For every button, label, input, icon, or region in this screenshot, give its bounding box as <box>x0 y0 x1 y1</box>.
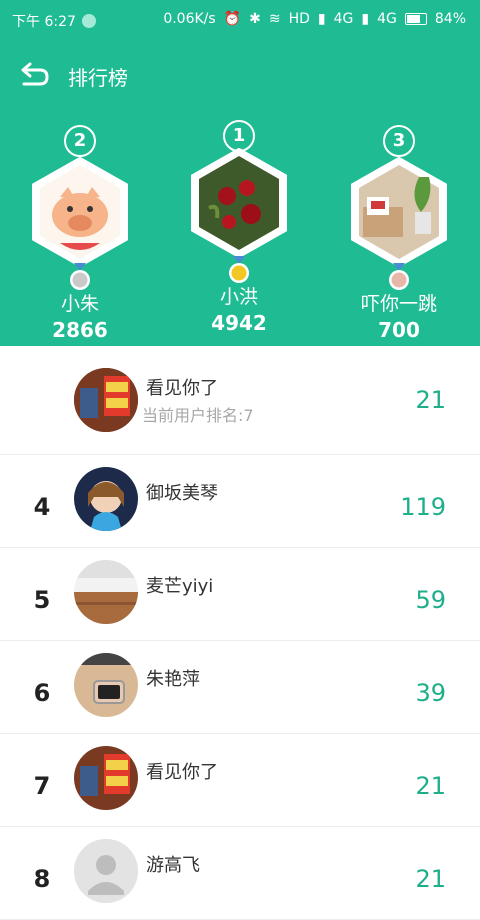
list-item[interactable]: 7 看见你了 21 <box>0 734 480 827</box>
notification-dot-icon <box>81 14 96 28</box>
podium-score: 4942 <box>211 311 267 335</box>
status-bar: 下午 6:27 0.06K/s ⏰ ✱ ≋ HD ▮ 4G ▮ 4G 84% <box>0 0 480 40</box>
avatar <box>74 653 138 717</box>
avatar-pig <box>32 157 128 267</box>
alarm-icon: ⏰ <box>223 11 242 27</box>
silver-medal-icon <box>70 263 90 290</box>
rank-number: 6 <box>33 679 51 707</box>
leaderboard-header: 下午 6:27 0.06K/s ⏰ ✱ ≋ HD ▮ 4G ▮ 4G 84% 排… <box>0 0 480 346</box>
status-time: 下午 6:27 <box>12 14 76 30</box>
user-name: 看见你了 <box>146 762 218 783</box>
status-right: 0.06K/s ⏰ ✱ ≋ HD ▮ 4G ▮ 4G 84% <box>163 11 466 27</box>
rank-number: 4 <box>33 493 51 521</box>
network-speed: 0.06K/s <box>163 11 216 27</box>
user-score: 21 <box>415 772 446 800</box>
bronze-medal-icon <box>389 263 409 290</box>
avatar-office-plant <box>351 157 447 267</box>
avatar <box>74 746 138 810</box>
avatar <box>74 467 138 531</box>
podium-first[interactable]: 1 小洪 4942 <box>184 120 294 335</box>
podium-score: 2866 <box>52 318 108 342</box>
user-name: 御坂美琴 <box>146 483 218 504</box>
user-name: 朱艳萍 <box>146 669 200 690</box>
signal-icon: ▮ <box>361 11 370 27</box>
avatar <box>74 560 138 624</box>
user-score: 119 <box>400 493 446 521</box>
podium-third[interactable]: 3 吓你一跳 700 <box>344 125 454 342</box>
avatar-roses <box>191 148 287 258</box>
current-user-row[interactable]: 看见你了 当前用户排名:7 21 <box>0 346 480 455</box>
user-score: 59 <box>415 586 446 614</box>
battery-icon <box>404 13 427 25</box>
gold-medal-icon <box>229 256 249 283</box>
podium-score: 700 <box>378 318 420 342</box>
bluetooth-icon: ✱ <box>249 11 261 27</box>
status-left: 下午 6:27 <box>12 11 96 31</box>
current-rank-text: 当前用户排名:7 <box>142 406 254 425</box>
rank-badge: 2 <box>64 125 96 157</box>
podium-second[interactable]: 2 小朱 2866 <box>25 125 135 342</box>
default-avatar-icon <box>74 839 138 903</box>
user-name: 麦芒yiyi <box>146 576 214 597</box>
ranking-list: 看见你了 当前用户排名:7 21 4 御坂美琴 119 5 麦芒yiyi 59 … <box>0 346 480 920</box>
user-name: 看见你了 <box>146 378 218 399</box>
user-score: 21 <box>415 865 446 893</box>
rank-number: 7 <box>33 772 51 800</box>
list-item[interactable]: 8 游高飞 21 <box>0 827 480 920</box>
signal-icon: ▮ <box>317 11 326 27</box>
hd-label: HD <box>288 11 310 27</box>
rank-number: 5 <box>33 586 51 614</box>
list-item[interactable]: 5 麦芒yiyi 59 <box>0 548 480 641</box>
back-icon[interactable] <box>20 60 50 88</box>
podium-name: 小朱 <box>60 293 99 315</box>
avatar <box>74 368 138 432</box>
list-item[interactable]: 4 御坂美琴 119 <box>0 455 480 548</box>
user-score: 21 <box>415 386 446 414</box>
list-item[interactable]: 6 朱艳萍 39 <box>0 641 480 734</box>
network-type-2: 4G <box>377 11 397 27</box>
user-score: 39 <box>415 679 446 707</box>
podium-name: 吓你一跳 <box>360 293 437 315</box>
podium-name: 小洪 <box>219 286 258 308</box>
wifi-icon: ≋ <box>268 11 281 27</box>
network-type-1: 4G <box>333 11 354 27</box>
battery-percent: 84% <box>434 11 466 27</box>
user-name: 游高飞 <box>146 855 200 876</box>
title-bar: 排行榜 <box>0 50 480 98</box>
rank-number: 8 <box>33 865 51 893</box>
page-title: 排行榜 <box>68 66 128 90</box>
rank-badge: 3 <box>383 125 415 157</box>
